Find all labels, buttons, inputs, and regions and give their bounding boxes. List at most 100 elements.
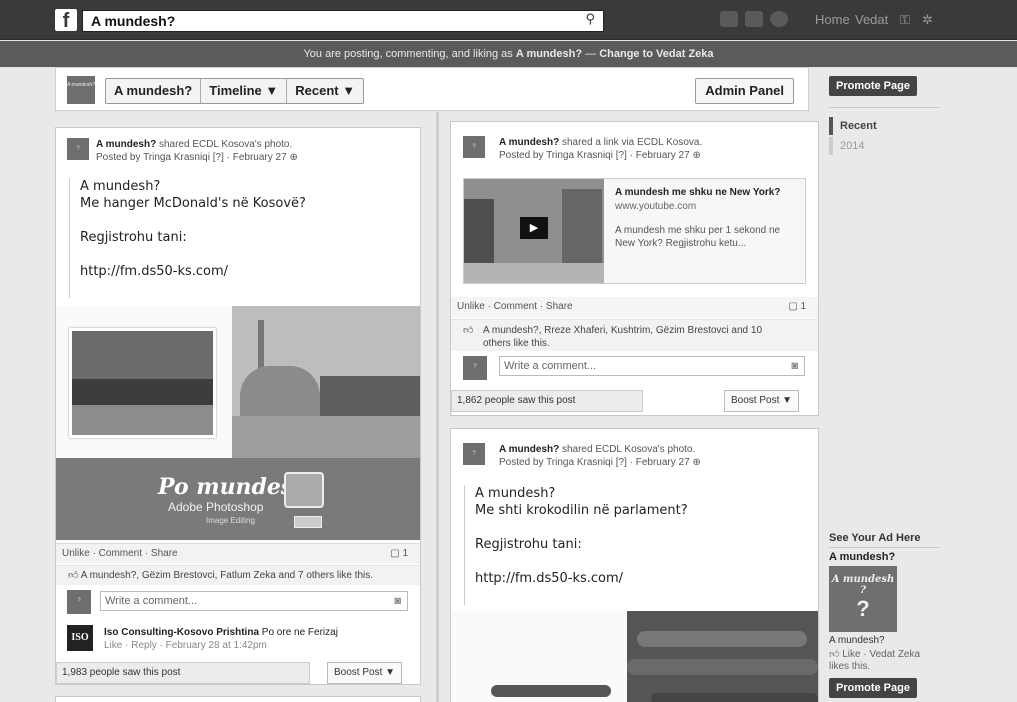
change-identity-link[interactable]: Change to Vedat Zeka (599, 48, 713, 60)
post-line-1: A mundesh? (475, 486, 556, 501)
divider (829, 547, 940, 548)
post-action-text: shared a link via ECDL Kosova. (559, 137, 703, 148)
ad-title[interactable]: A mundesh? (829, 551, 895, 563)
page-name-button[interactable]: A mundesh? (106, 79, 202, 103)
boost-post-button[interactable]: Boost Post ▼ (724, 390, 800, 412)
camera-icon[interactable]: ◙ (791, 357, 798, 375)
timeline-year-link[interactable]: 2014 (840, 140, 864, 152)
page-header: A mundesh? A mundesh? Timeline ▼ Recent … (55, 67, 809, 111)
photo-parliament (627, 611, 818, 702)
video-thumbnail[interactable]: ▶ (464, 179, 604, 283)
page-nav-buttons: A mundesh? Timeline ▼ Recent ▼ (105, 78, 365, 104)
post-reach: 1,983 people saw this post (56, 662, 310, 684)
post-card-mcdonalds: ? A mundesh? shared ECDL Kosova's photo.… (55, 127, 421, 685)
privacy-shortcuts-icon[interactable]: ⚿ (900, 12, 910, 28)
comment-meta[interactable]: Like · Reply · February 28 at 1:42pm (104, 640, 267, 651)
post-header: A mundesh? shared ECDL Kosova's photo. P… (499, 443, 809, 469)
settings-gear-icon[interactable]: ✲ (922, 12, 933, 28)
post-action-text: shared ECDL Kosova's photo. (559, 444, 696, 455)
notice-text: You are posting, commenting, and liking … (303, 48, 516, 60)
timeline-recent-link[interactable]: Recent (840, 120, 877, 132)
commenter-name[interactable]: Iso Consulting-Kosovo Prishtina (104, 627, 259, 638)
post-line-3: Regjistrohu tani: (475, 537, 582, 552)
question-mark-icon: ? (856, 596, 870, 621)
camera-icon[interactable]: ◙ (394, 592, 401, 610)
ad-page-name[interactable]: A mundesh? (829, 635, 885, 646)
globe-icon: ⊕ (692, 150, 701, 161)
banner-subtitle: Adobe Photoshop (168, 500, 264, 514)
globe-icon: ⊕ (289, 152, 298, 163)
likes-text[interactable]: A mundesh?, Gëzim Brestovci, Fatlum Zeka… (81, 570, 373, 581)
crocodile-image (491, 685, 611, 697)
post-byline[interactable]: Posted by Tringa Krasniqi [?] · February… (96, 152, 287, 163)
banner-subtitle-2: Image Editing (206, 516, 255, 525)
notice-dash: — (582, 48, 600, 60)
promote-page-button-2[interactable]: Promote Page (829, 678, 917, 698)
link-description: A mundesh me shku per 1 sekond ne New Yo… (615, 225, 781, 249)
comment-avatar: ? (67, 590, 91, 614)
post-message: A mundesh? Me hanger McDonald's në Kosov… (69, 178, 409, 298)
photo-mcdonalds-restaurant (69, 328, 216, 438)
comment-count: ▢ 1 (390, 548, 408, 559)
admin-panel-button[interactable]: Admin Panel (695, 78, 794, 104)
post-avatar[interactable]: ? (463, 136, 485, 158)
search-input[interactable] (83, 11, 573, 31)
profile-link[interactable]: Vedat (855, 12, 888, 27)
post-reach: 1,862 people saw this post (451, 390, 643, 412)
post-line-2: Me hanger McDonald's në Kosovë? (80, 196, 306, 211)
thumbs-up-icon: 👍︎ (463, 325, 474, 336)
page-thumbnail[interactable]: A mundesh? (67, 76, 95, 104)
recent-dropdown[interactable]: Recent ▼ (287, 79, 363, 103)
post-action-bar: Unlike · Comment · Share ▢ 1 (56, 543, 420, 564)
recent-indicator (829, 117, 833, 135)
play-icon[interactable]: ▶ (520, 217, 548, 239)
post-message: A mundesh? Me shti krokodilin në parlame… (464, 485, 804, 605)
post-author-link[interactable]: A mundesh? (499, 137, 559, 148)
post-line-3: Regjistrohu tani: (80, 230, 187, 245)
comment-input[interactable]: Write a comment... ◙ (100, 591, 408, 611)
notifications-icon[interactable] (770, 11, 788, 27)
divider (829, 107, 940, 108)
thumbs-up-icon: 👍︎ (829, 649, 843, 660)
search-box[interactable]: ⚲ (82, 10, 604, 32)
likes-text[interactable]: A mundesh?, Rreze Xhaferi, Kushtrim, Gëz… (483, 325, 762, 349)
post-likes: 👍︎ A mundesh?, Gëzim Brestovci, Fatlum Z… (56, 565, 420, 585)
post-avatar[interactable]: ? (463, 443, 485, 465)
facebook-logo-icon[interactable]: f (55, 9, 77, 32)
post-photo[interactable]: Po mundesh Adobe Photoshop Image Editing (56, 306, 420, 540)
ad-image[interactable]: A mundesh ? ? (829, 566, 897, 632)
post-link-url[interactable]: http://fm.ds50-ks.com/ (475, 570, 804, 587)
post-actions-links[interactable]: Unlike · Comment · Share (457, 301, 573, 312)
image-editing-icon (284, 472, 324, 508)
iso-consulting-avatar[interactable]: ISO (67, 625, 93, 651)
ad-section-header[interactable]: See Your Ad Here (829, 532, 921, 544)
promote-page-button[interactable]: Promote Page (829, 76, 917, 96)
home-link[interactable]: Home (815, 12, 850, 27)
post-byline[interactable]: Posted by Tringa Krasniqi [?] · February… (499, 457, 690, 468)
friend-requests-icon[interactable] (720, 11, 738, 27)
post-card-newyork-link: ? A mundesh? shared a link via ECDL Koso… (450, 121, 819, 416)
timeline-dropdown[interactable]: Timeline ▼ (201, 79, 288, 103)
post-author-link[interactable]: A mundesh? (96, 139, 156, 150)
search-icon[interactable]: ⚲ (585, 12, 595, 27)
link-title[interactable]: A mundesh me shku ne New York? (615, 187, 803, 198)
post-likes: 👍︎ A mundesh?, Rreze Xhaferi, Kushtrim, G… (451, 319, 818, 351)
ad-like-text[interactable]: Like · Vedat Zeka likes this. (829, 649, 920, 672)
post-card-crocodile: ? A mundesh? shared ECDL Kosova's photo.… (450, 428, 819, 702)
comment-input[interactable]: Write a comment... ◙ (499, 356, 805, 376)
comment-count: ▢ 1 (788, 301, 806, 312)
post-byline[interactable]: Posted by Tringa Krasniqi [?] · February… (499, 150, 690, 161)
messages-icon[interactable] (745, 11, 763, 27)
app-window: f ⚲ Home Vedat ⚿ ✲ You are posting, comm… (0, 0, 1017, 702)
post-link-url[interactable]: http://fm.ds50-ks.com/ (80, 263, 409, 280)
next-post-card (55, 696, 421, 702)
link-preview[interactable]: ▶ A mundesh me shku ne New York? www.you… (463, 178, 806, 284)
boost-post-button[interactable]: Boost Post ▼ (327, 662, 403, 684)
comment-bubble-icon: ▢ (390, 548, 403, 559)
notice-page-name: A mundesh? (515, 48, 583, 60)
post-actions-links[interactable]: Unlike · Comment · Share (62, 548, 178, 559)
post-author-link[interactable]: A mundesh? (499, 444, 559, 455)
ad-social-context: 👍︎ Like · Vedat Zeka likes this. (829, 649, 939, 673)
post-avatar[interactable]: ? (67, 138, 89, 160)
post-photo[interactable] (451, 611, 818, 702)
